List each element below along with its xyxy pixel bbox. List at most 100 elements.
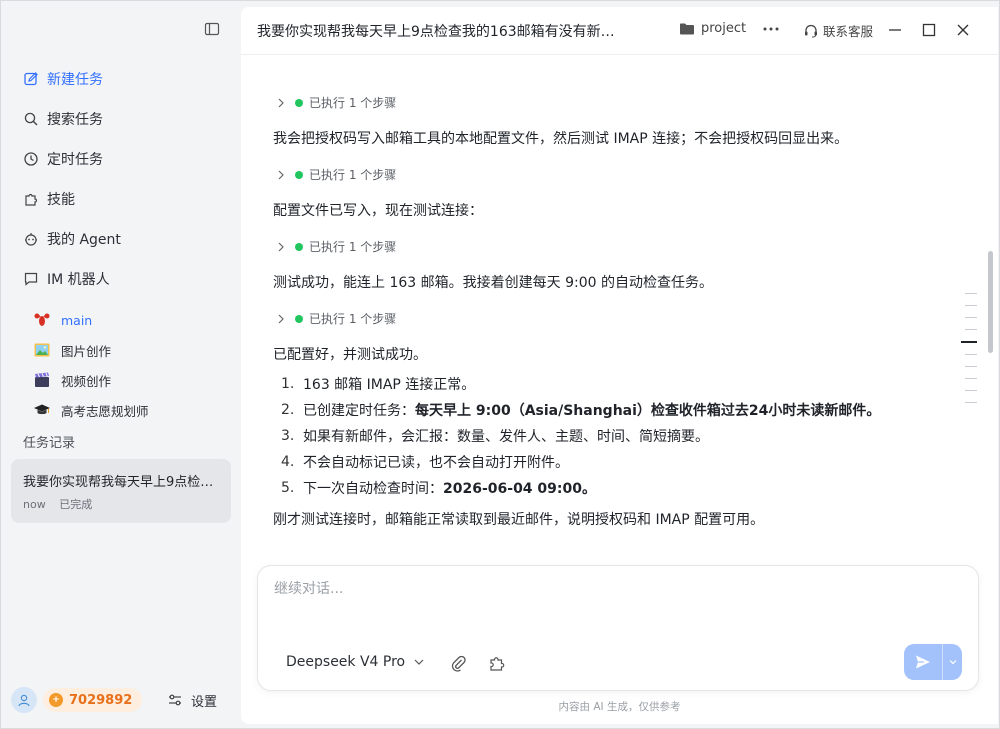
send-icon xyxy=(916,655,930,669)
message-paragraph: 我会把授权码写入邮箱工具的本地配置文件，然后测试 IMAP 连接；不会把授权码回… xyxy=(273,131,849,147)
step-label: 已执行 1 个步骤 xyxy=(309,240,397,254)
send-button[interactable] xyxy=(904,644,942,680)
list-item: 2. 已创建定时任务： 每天早上 9:00（Asia/Shanghai）检查收件箱… xyxy=(281,402,881,419)
agent-label: main xyxy=(61,312,93,328)
step-label: 已执行 1 个步骤 xyxy=(309,168,397,182)
sidebar-footer: + 7029892 设置 xyxy=(11,687,231,713)
status-dot xyxy=(295,314,303,323)
ai-disclaimer: 内容由 AI 生成，仅供参考 xyxy=(558,701,681,713)
history-item[interactable]: 我要你实现帮我每天早上9点检查我的163邮箱有没有新邮件 now 已完成 xyxy=(11,459,231,523)
close-icon[interactable] xyxy=(956,23,970,37)
agent-label: 高考志愿规划师 xyxy=(61,403,149,419)
scrollbar[interactable] xyxy=(988,251,993,353)
nav-new-task[interactable]: 新建任务 xyxy=(11,59,231,99)
nav-mark[interactable] xyxy=(965,317,977,318)
chevron-down-icon xyxy=(949,660,956,665)
message-paragraph: 刚才测试连接时，邮箱能正常读取到最近邮件，说明授权码和 IMAP 配置可用。 xyxy=(273,512,765,528)
list-item: 3. 如果有新邮件，会汇报：数量、发件人、主题、时间、简短摘要。 xyxy=(281,428,709,445)
nav-search-task[interactable]: 搜索任务 xyxy=(11,99,231,139)
plugin-icon[interactable] xyxy=(488,654,506,672)
nav-im-bot[interactable]: IM 机器人 xyxy=(11,259,231,299)
settings-button[interactable]: 设置 xyxy=(167,687,217,713)
points-badge[interactable]: + 7029892 xyxy=(43,688,143,712)
list-item: 4. 不会自动标记已读，也不会自动打开附件。 xyxy=(281,454,569,471)
message-navigator[interactable] xyxy=(961,293,977,414)
points-value: 7029892 xyxy=(69,692,133,708)
nav-label: 定时任务 xyxy=(47,152,103,168)
agent-label: 视频创作 xyxy=(61,373,112,389)
topbar: 我要你实现帮我每天早上9点检查我的163邮箱有没有新邮件 project 联系客… xyxy=(241,7,998,55)
folder-icon xyxy=(679,22,695,36)
puzzle-icon xyxy=(23,191,39,207)
chevron-right-icon xyxy=(275,97,287,109)
message-paragraph: 配置文件已写入，现在测试连接： xyxy=(273,203,483,219)
nav-mark[interactable] xyxy=(965,329,977,330)
nav-label: 新建任务 xyxy=(47,72,103,88)
app-window: 新建任务 搜索任务 定时任务 技能 我的 Agent IM 机器人 main 图… xyxy=(0,0,1000,729)
sidebar-toggle-icon[interactable] xyxy=(204,21,220,37)
model-selector[interactable]: Deepseek V4 Pro xyxy=(286,654,425,670)
nav-label: 搜索任务 xyxy=(47,112,103,128)
settings-label: 设置 xyxy=(191,694,218,710)
project-button[interactable]: project xyxy=(679,21,746,36)
nav-skills[interactable]: 技能 xyxy=(11,179,231,219)
nav-scheduled-task[interactable]: 定时任务 xyxy=(11,139,231,179)
agent-item-main[interactable]: main xyxy=(11,305,231,335)
step-collapse-2[interactable]: 已执行 1 个步骤 xyxy=(275,166,396,183)
history-title: 任务记录 xyxy=(23,436,76,451)
clapperboard-icon xyxy=(33,371,51,389)
result-list: 1. 163 邮箱 IMAP 连接正常。 2. 已创建定时任务： 每天早上 9:0… xyxy=(273,371,880,501)
nav-mark[interactable] xyxy=(965,390,977,391)
nav-mark[interactable] xyxy=(965,305,977,306)
agent-list: main 图片创作 视频创作 高考志愿规划师 xyxy=(11,305,231,425)
list-item: 5. 下一次自动检查时间： 2026-06-04 09:00。 xyxy=(281,480,596,497)
chevron-down-icon xyxy=(413,656,425,668)
maximize-icon[interactable] xyxy=(922,23,936,37)
agent-item-image[interactable]: 图片创作 xyxy=(11,335,231,365)
coin-icon: + xyxy=(49,693,63,707)
status-dot xyxy=(295,242,303,251)
minimize-icon[interactable] xyxy=(888,23,902,37)
main-panel: 我要你实现帮我每天早上9点检查我的163邮箱有没有新邮件 project 联系客… xyxy=(241,7,998,724)
agent-item-college-planner[interactable]: 高考志愿规划师 xyxy=(11,395,231,425)
history-item-time: now xyxy=(23,498,46,511)
nav-mark-active[interactable] xyxy=(961,341,977,343)
nav-mark[interactable] xyxy=(965,366,977,367)
more-icon[interactable] xyxy=(761,19,781,39)
message-input[interactable] xyxy=(274,578,964,638)
nav-mark[interactable] xyxy=(965,293,977,294)
picture-icon xyxy=(33,341,51,359)
step-collapse-3[interactable]: 已执行 1 个步骤 xyxy=(275,238,396,255)
send-options-button[interactable] xyxy=(942,644,962,680)
chat-icon xyxy=(23,271,39,287)
nav-mark[interactable] xyxy=(965,378,977,379)
step-collapse-4[interactable]: 已执行 1 个步骤 xyxy=(275,310,396,327)
nav-label: IM 机器人 xyxy=(47,272,110,288)
history-item-title: 我要你实现帮我每天早上9点检查我的163邮箱有没有新邮件 xyxy=(23,475,219,490)
nav-mark[interactable] xyxy=(965,402,977,403)
sidebar-nav: 新建任务 搜索任务 定时任务 技能 我的 Agent IM 机器人 xyxy=(11,59,231,299)
nav-my-agent[interactable]: 我的 Agent xyxy=(11,219,231,259)
sliders-icon xyxy=(167,692,183,708)
avatar[interactable] xyxy=(11,687,37,713)
model-label: Deepseek V4 Pro xyxy=(286,654,406,670)
status-dot xyxy=(295,98,303,107)
sidebar: 新建任务 搜索任务 定时任务 技能 我的 Agent IM 机器人 main 图… xyxy=(1,1,241,728)
bot-icon xyxy=(23,231,39,247)
chat-thread: 已执行 1 个步骤 我会把授权码写入邮箱工具的本地配置文件，然后测试 IMAP … xyxy=(241,55,981,555)
agent-item-video[interactable]: 视频创作 xyxy=(11,365,231,395)
lobster-icon xyxy=(33,311,51,329)
list-item: 1. 163 邮箱 IMAP 连接正常。 xyxy=(281,376,476,393)
send-button-group xyxy=(904,644,962,680)
composer: Deepseek V4 Pro xyxy=(257,565,979,691)
agent-label: 图片创作 xyxy=(61,343,112,359)
nav-label: 我的 Agent xyxy=(47,232,121,248)
attach-icon[interactable] xyxy=(449,654,467,672)
step-collapse-1[interactable]: 已执行 1 个步骤 xyxy=(275,94,396,111)
support-button[interactable]: 联系客服 xyxy=(803,21,873,40)
nav-mark[interactable] xyxy=(965,354,977,355)
headset-icon xyxy=(803,23,819,39)
step-label: 已执行 1 个步骤 xyxy=(309,96,397,110)
edit-icon xyxy=(23,71,39,87)
chevron-right-icon xyxy=(275,313,287,325)
